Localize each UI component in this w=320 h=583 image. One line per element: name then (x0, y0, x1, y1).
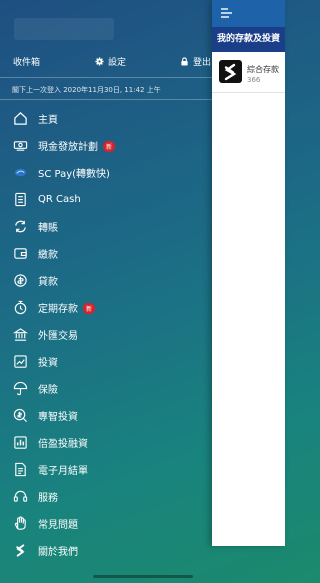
investment-icon (13, 354, 28, 369)
menu-item-payment[interactable]: 繳款 (0, 240, 212, 267)
smart-invest-icon (13, 408, 28, 423)
account-number: 366 (247, 76, 261, 84)
menu-item-label: QR Cash (38, 194, 81, 205)
main-content-panel[interactable]: 我的存款及投資 綜合存款 366 (212, 0, 285, 546)
menu-item-qr-cash[interactable]: QR Cash (0, 186, 212, 213)
payment-icon (13, 246, 28, 261)
fx-icon (13, 327, 28, 342)
inbox-button[interactable]: 收件箱 (13, 55, 40, 68)
time-deposit-icon (13, 300, 28, 315)
qr-cash-icon (13, 192, 28, 207)
transfer-icon (13, 219, 28, 234)
menu-item-label: 繳款 (38, 250, 58, 261)
user-name-blurred (14, 18, 114, 40)
loan-icon (13, 273, 28, 288)
menu-item-smart-invest[interactable]: 專智投資 (0, 402, 212, 429)
menu-item-cash-payout[interactable]: 現金發放計劃新 (0, 132, 212, 159)
logout-button[interactable]: 登出 (180, 55, 211, 68)
new-badge: 新 (83, 303, 96, 314)
menu-item-label: 現金發放計劃 (38, 142, 98, 153)
menu-item-sc-pay[interactable]: SC Pay(轉數快) (0, 159, 212, 186)
estatement-icon (13, 462, 28, 477)
menu-item-home[interactable]: 主頁 (0, 105, 212, 132)
menu-item-time-deposit[interactable]: 定期存款新 (0, 294, 212, 321)
sc-logo-icon (13, 543, 28, 558)
lock-icon (181, 57, 188, 66)
settings-label: 設定 (108, 58, 127, 68)
side-menu: 主頁 現金發放計劃新 SC Pay(轉數快) QR Cash 轉賬 繳款 貸款 … (0, 105, 212, 564)
new-badge: 新 (103, 141, 116, 152)
app-bar (212, 0, 285, 27)
chart-icon (13, 435, 28, 450)
home-icon (13, 111, 28, 126)
menu-icon[interactable] (221, 7, 235, 19)
last-login-text: 閣下上一次登入 2020年11月30日, 11:42 上午 (12, 86, 161, 94)
sc-pay-icon (13, 165, 28, 180)
inbox-label: 收件箱 (13, 58, 41, 68)
menu-item-about-us[interactable]: 關於我們 (0, 537, 212, 564)
menu-item-label: 貸款 (38, 277, 58, 288)
headset-icon (13, 489, 28, 504)
section-title: 我的存款及投資 (212, 27, 285, 52)
menu-item-label: 主頁 (38, 115, 58, 126)
hand-icon (13, 516, 28, 531)
menu-item-faq[interactable]: 常見問題 (0, 510, 212, 537)
menu-item-transfer[interactable]: 轉賬 (0, 213, 212, 240)
logout-label: 登出 (193, 58, 212, 68)
menu-item-label: 常見問題 (38, 520, 78, 531)
header-actions: 收件箱 設定 登出 (0, 55, 212, 71)
menu-item-label: 定期存款 (38, 304, 78, 315)
menu-item-investment[interactable]: 投資 (0, 348, 212, 375)
divider (0, 77, 212, 78)
menu-item-label: 服務 (38, 493, 58, 504)
menu-item-label: SC Pay(轉數快) (38, 169, 110, 180)
menu-item-label: 保險 (38, 385, 58, 396)
cash-icon (13, 138, 28, 153)
menu-item-estatement[interactable]: 電子月結單 (0, 456, 212, 483)
umbrella-icon (13, 381, 28, 396)
menu-item-label: 外匯交易 (38, 331, 78, 342)
menu-item-fx[interactable]: 外匯交易 (0, 321, 212, 348)
menu-item-services[interactable]: 服務 (0, 483, 212, 510)
menu-item-label: 電子月結單 (38, 466, 88, 477)
gear-icon (95, 57, 104, 66)
menu-item-label: 投資 (38, 358, 58, 369)
menu-item-leveraged-invest[interactable]: 倍盈投融資 (0, 429, 212, 456)
account-name: 綜合存款 (247, 65, 279, 74)
menu-item-insurance[interactable]: 保險 (0, 375, 212, 402)
menu-item-label: 專智投資 (38, 412, 78, 423)
menu-item-label: 關於我們 (38, 547, 78, 558)
account-row[interactable]: 綜合存款 366 (212, 52, 285, 93)
menu-item-label: 轉賬 (38, 223, 58, 234)
menu-item-loan[interactable]: 貸款 (0, 267, 212, 294)
settings-button[interactable]: 設定 (95, 55, 126, 68)
sc-logo-icon (219, 60, 242, 83)
home-indicator (93, 575, 193, 578)
menu-item-label: 倍盈投融資 (38, 439, 88, 450)
divider (0, 99, 212, 100)
